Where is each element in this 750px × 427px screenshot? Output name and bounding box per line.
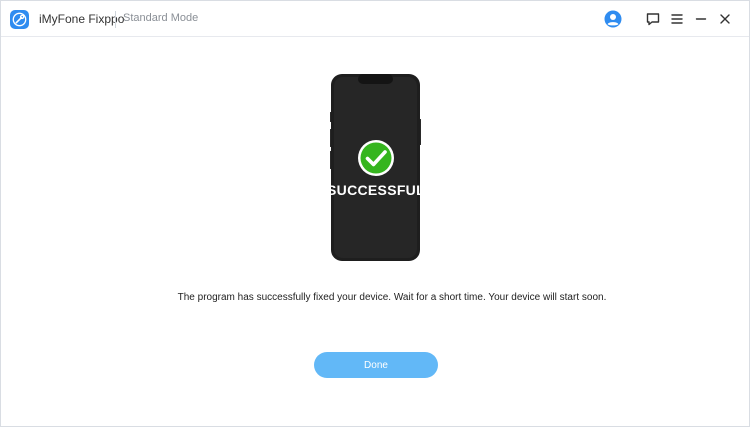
app-logo-icon bbox=[10, 10, 29, 29]
mode-label: Standard Mode bbox=[123, 12, 199, 24]
feedback-icon[interactable] bbox=[644, 10, 662, 28]
status-text: SUCCESSFUL bbox=[327, 182, 425, 198]
app-window: iMyFone Fixppo Standard Mode SUCCESSFUL … bbox=[0, 0, 750, 427]
close-icon[interactable] bbox=[716, 10, 734, 28]
title-bar: iMyFone Fixppo Standard Mode bbox=[1, 1, 749, 37]
phone-illustration bbox=[329, 74, 422, 261]
success-check-icon bbox=[358, 140, 394, 176]
status-message: The program has successfully fixed your … bbox=[177, 292, 607, 303]
app-title: iMyFone Fixppo bbox=[39, 12, 125, 26]
user-avatar-icon[interactable] bbox=[604, 10, 622, 28]
done-button[interactable]: Done bbox=[314, 352, 438, 378]
minimize-icon[interactable] bbox=[692, 10, 710, 28]
title-divider bbox=[115, 11, 116, 28]
menu-icon[interactable] bbox=[668, 10, 686, 28]
